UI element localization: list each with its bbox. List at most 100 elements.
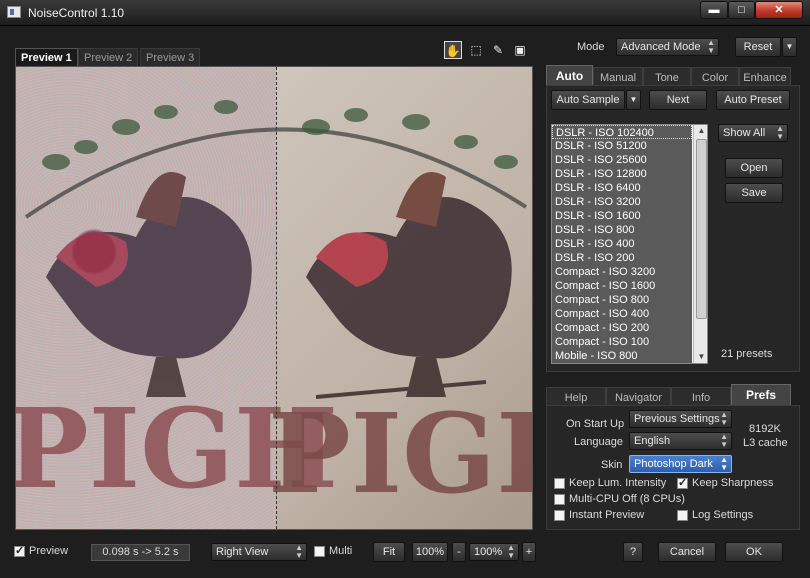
help-button[interactable]: ? (623, 542, 643, 562)
instant-preview-checkbox[interactable] (554, 510, 565, 521)
hand-tool-icon[interactable]: ✋ (444, 41, 462, 59)
chevron-down-icon: ▼ (785, 42, 794, 51)
fit-button[interactable]: Fit (373, 542, 405, 562)
preset-list-item[interactable]: Compact - ISO 100 (552, 335, 692, 349)
cancel-button[interactable]: Cancel (658, 542, 716, 562)
preset-list[interactable]: DSLR - ISO 102400 DSLR - ISO 51200 DSLR - … (551, 124, 708, 364)
tab-color[interactable]: Color (691, 67, 739, 85)
preset-filter-select[interactable]: Show All ▲ ▼ (718, 124, 788, 142)
on-start-up-value: Previous Settings (634, 413, 720, 425)
save-preset-button[interactable]: Save (725, 183, 783, 203)
log-settings-label: Log Settings (692, 509, 754, 521)
multi-cpu-checkbox[interactable] (554, 494, 565, 505)
tab-navigator[interactable]: Navigator (606, 387, 671, 405)
split-view-divider[interactable] (276, 67, 277, 529)
app-icon (7, 6, 21, 18)
tab-preview-2[interactable]: Preview 2 (78, 48, 139, 66)
zoom-select[interactable]: 100% ▲ ▼ (469, 543, 519, 561)
skin-value: Photoshop Dark (634, 458, 713, 470)
language-value: English (634, 435, 671, 447)
tab-preview-1[interactable]: Preview 1 (15, 48, 78, 66)
window-title: NoiseControl 1.10 (28, 6, 125, 20)
multi-cpu-label: Multi-CPU Off (8 CPUs) (569, 493, 685, 505)
preset-list-item[interactable]: DSLR - ISO 25600 (552, 153, 692, 167)
language-select[interactable]: English ▲ ▼ (629, 432, 732, 450)
preset-filter-value: Show All (723, 127, 766, 139)
skin-select[interactable]: Photoshop Dark ▲ ▼ (629, 455, 732, 473)
view-select-value: Right View (216, 546, 269, 558)
cache-label: L3 cache (743, 437, 788, 449)
next-button[interactable]: Next (649, 90, 707, 110)
keep-lum-intensity-checkbox[interactable] (554, 478, 565, 489)
marquee-tool-icon[interactable]: ⬚ (467, 41, 485, 59)
tab-tone[interactable]: Tone (643, 67, 691, 85)
mode-select-value: Advanced Mode (621, 41, 701, 53)
reset-button[interactable]: Reset (735, 37, 781, 57)
preset-list-item[interactable]: DSLR - ISO 3200 (552, 195, 692, 209)
preview-checkbox[interactable] (14, 544, 25, 557)
cache-size: 8192K (749, 423, 781, 435)
preset-list-scrollbar[interactable]: ▲ ▼ (693, 125, 707, 363)
tab-enhance[interactable]: Enhance (739, 67, 791, 85)
eyedropper-tool-icon[interactable]: ✎ (489, 41, 507, 59)
keep-lum-intensity-label: Keep Lum. Intensity (569, 477, 667, 489)
open-preset-button[interactable]: Open (725, 158, 783, 178)
tab-preview-3[interactable]: Preview 3 (140, 48, 201, 66)
mode-label: Mode (577, 41, 605, 53)
preset-list-item[interactable]: Compact - ISO 1600 (552, 279, 692, 293)
tab-help[interactable]: Help (546, 387, 606, 405)
auto-preset-button[interactable]: Auto Preset (716, 90, 790, 110)
reset-menu-button[interactable]: ▼ (782, 37, 797, 57)
preset-list-item[interactable]: Compact - ISO 3200 (552, 265, 692, 279)
preset-list-item[interactable]: DSLR - ISO 51200 (552, 139, 692, 153)
minimize-button[interactable]: ▬ (700, 1, 728, 19)
preset-list-item[interactable]: DSLR - ISO 400 (552, 237, 692, 251)
preset-list-item[interactable]: DSLR - ISO 102400 (552, 125, 692, 139)
preset-list-items: DSLR - ISO 102400 DSLR - ISO 51200 DSLR - … (552, 125, 692, 363)
zoom-out-button[interactable]: - (452, 542, 466, 562)
tab-prefs[interactable]: Prefs (731, 384, 791, 405)
mode-select[interactable]: Advanced Mode ▲ ▼ (616, 38, 719, 56)
instant-preview-label: Instant Preview (569, 509, 645, 521)
preset-list-item[interactable]: DSLR - ISO 12800 (552, 167, 692, 181)
preset-list-item[interactable]: DSLR - ISO 1600 (552, 209, 692, 223)
tab-manual[interactable]: Manual (593, 67, 643, 85)
keep-sharpness-label: Keep Sharpness (692, 477, 774, 489)
maximize-button[interactable]: □ (728, 1, 755, 19)
zoom-in-button[interactable]: + (522, 542, 536, 562)
preset-list-item[interactable]: DSLR - ISO 200 (552, 251, 692, 265)
preview-canvas[interactable]: PIGH PIGH (15, 66, 533, 530)
tab-info[interactable]: Info (671, 387, 731, 405)
skin-label: Skin (601, 459, 623, 471)
auto-sample-menu-button[interactable]: ▼ (626, 90, 641, 110)
spin-arrows-icon: ▲ ▼ (776, 124, 784, 141)
timing-readout: 0.098 s -> 5.2 s (91, 544, 190, 561)
on-start-up-label: On Start Up (566, 418, 625, 430)
spin-arrows-icon: ▲ ▼ (720, 432, 728, 449)
preset-list-item[interactable]: Compact - ISO 800 (552, 293, 692, 307)
keep-sharpness-checkbox[interactable] (677, 476, 688, 489)
log-settings-checkbox[interactable] (677, 510, 688, 521)
preset-list-item[interactable]: DSLR - ISO 800 (552, 223, 692, 237)
ok-button[interactable]: OK (725, 542, 783, 562)
view-select[interactable]: Right View ▲ ▼ (211, 543, 307, 561)
preset-count: 21 presets (721, 348, 773, 360)
multi-label: Multi (329, 545, 353, 557)
zoom-select-value: 100% (474, 546, 503, 558)
on-start-up-select[interactable]: Previous Settings ▲ ▼ (629, 410, 732, 428)
scroll-up-icon[interactable]: ▲ (694, 126, 707, 135)
zoom-100-button[interactable]: 100% (412, 542, 448, 562)
chevron-down-icon: ▼ (629, 95, 638, 104)
scrollbar-thumb[interactable] (696, 139, 707, 319)
frame-tool-icon[interactable]: ▣ (511, 41, 529, 59)
multi-checkbox[interactable] (314, 546, 325, 557)
auto-sample-button[interactable]: Auto Sample (551, 90, 625, 110)
preset-list-item[interactable]: Compact - ISO 200 (552, 321, 692, 335)
preset-list-item[interactable]: DSLR - ISO 6400 (552, 181, 692, 195)
spin-arrows-icon: ▲ ▼ (720, 455, 728, 472)
close-button[interactable]: ✕ (755, 1, 803, 19)
tab-auto[interactable]: Auto (546, 65, 593, 85)
scroll-down-icon[interactable]: ▼ (694, 352, 707, 361)
preset-list-item[interactable]: Mobile - ISO 800 (552, 349, 692, 363)
preset-list-item[interactable]: Compact - ISO 400 (552, 307, 692, 321)
